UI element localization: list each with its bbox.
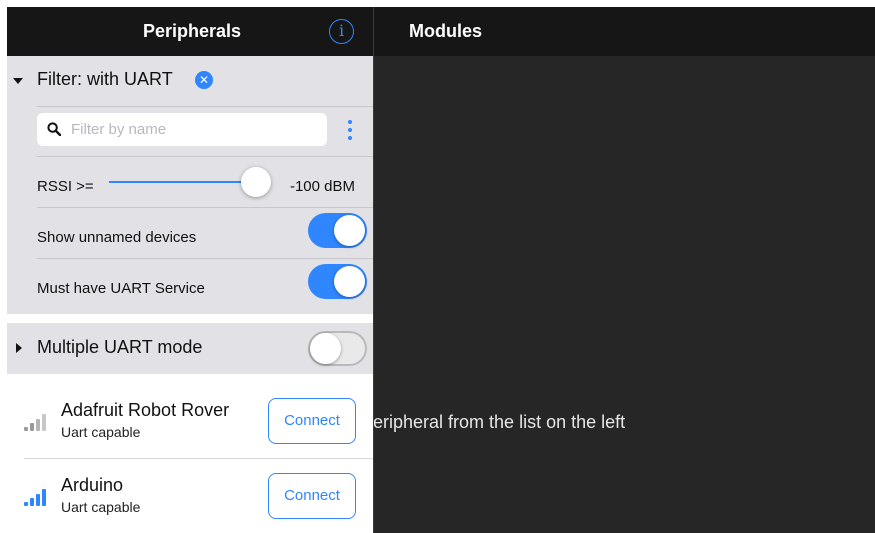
- search-icon: [47, 122, 61, 136]
- peripherals-pane: Peripherals i Filter: with UART ✕ RS: [7, 7, 373, 533]
- connect-button[interactable]: Connect: [268, 398, 356, 444]
- modules-pane: eripheral from the list on the left: [373, 56, 875, 533]
- filter-header[interactable]: Filter: with UART ✕: [7, 56, 373, 106]
- signal-strength-icon: [24, 488, 48, 506]
- modules-title: Modules: [409, 21, 483, 41]
- multiple-uart-toggle[interactable]: [308, 331, 367, 366]
- device-subtitle: Uart capable: [61, 499, 141, 515]
- divider: [24, 458, 373, 459]
- connect-button[interactable]: Connect: [268, 473, 356, 519]
- signal-strength-icon: [24, 413, 48, 431]
- filter-section: Filter: with UART ✕ RSSI >= -100 dBM: [7, 56, 373, 314]
- info-icon[interactable]: i: [329, 19, 354, 44]
- list-item[interactable]: Arduino Uart capable Connect: [7, 458, 373, 533]
- rssi-value: -100 dBM: [289, 178, 355, 195]
- more-options-icon[interactable]: [342, 118, 358, 142]
- search-box[interactable]: [37, 113, 327, 146]
- clear-filter-icon[interactable]: ✕: [195, 71, 213, 89]
- rssi-slider-thumb[interactable]: [241, 167, 271, 197]
- divider: [37, 207, 373, 208]
- search-input[interactable]: [71, 113, 321, 146]
- disclosure-right-icon: [16, 343, 22, 353]
- divider: [37, 106, 373, 107]
- rssi-label: RSSI >=: [37, 178, 94, 195]
- rssi-slider[interactable]: [109, 167, 279, 197]
- device-name: Adafruit Robot Rover: [61, 400, 230, 420]
- device-subtitle: Uart capable: [61, 424, 141, 440]
- peripherals-title: Peripherals: [142, 21, 242, 41]
- divider: [37, 258, 373, 259]
- list-item[interactable]: Adafruit Robot Rover Uart capable Connec…: [7, 382, 373, 457]
- multiple-uart-label: Multiple UART mode: [37, 337, 203, 357]
- filter-title: Filter: with UART: [37, 69, 173, 89]
- modules-header: Modules: [373, 7, 875, 56]
- must-have-uart-toggle[interactable]: [308, 264, 367, 299]
- must-have-uart-label: Must have UART Service: [37, 280, 205, 297]
- rssi-slider-track: [109, 181, 259, 183]
- empty-state-hint: eripheral from the list on the left: [373, 412, 626, 432]
- split-divider[interactable]: [373, 7, 374, 533]
- app-screen: Peripherals i Filter: with UART ✕ RS: [7, 7, 875, 533]
- device-name: Arduino: [61, 475, 124, 495]
- show-unnamed-label: Show unnamed devices: [37, 229, 197, 246]
- show-unnamed-toggle[interactable]: [308, 213, 367, 248]
- multiple-uart-section[interactable]: Multiple UART mode: [7, 323, 373, 374]
- divider: [37, 156, 373, 157]
- peripherals-header: Peripherals i: [7, 7, 373, 56]
- disclosure-down-icon: [13, 78, 23, 84]
